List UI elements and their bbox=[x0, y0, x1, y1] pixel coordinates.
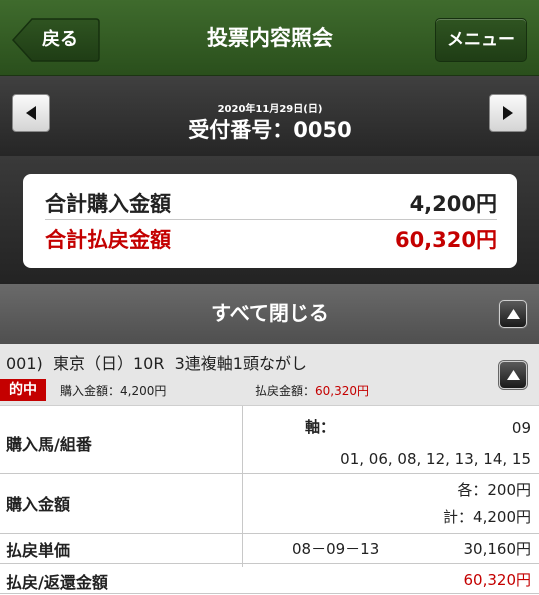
horse-combo-label: 購入馬/組番 bbox=[6, 435, 92, 454]
bet-detail-table: 購入馬/組番 軸： 09 01, 06, 08, 12, 13, 14, 15 … bbox=[0, 406, 539, 595]
hit-badge: 的中 bbox=[0, 379, 46, 401]
row-divider bbox=[0, 593, 539, 594]
totals-area: 合計購入金額 4,200円 合計払戻金額 60,320円 bbox=[0, 156, 539, 284]
prev-receipt-button[interactable] bbox=[12, 94, 50, 132]
triangle-up-icon bbox=[507, 309, 520, 319]
row-divider bbox=[0, 563, 539, 564]
total-amount: 計：4,200円 bbox=[443, 508, 531, 526]
bet-header[interactable]: 001) 東京（日）10R 3連複軸1頭ながし 的中 購入金額：4,200円 払… bbox=[0, 344, 539, 406]
total-payout-row: 合計払戻金額 60,320円 bbox=[45, 224, 497, 256]
collapse-all-button[interactable] bbox=[499, 300, 527, 328]
payout-unit-value: 30,160円 bbox=[463, 540, 532, 558]
receipt-date: 2020年11月29日(日) bbox=[217, 104, 323, 115]
menu-button[interactable]: メニュー bbox=[435, 18, 527, 62]
triangle-left-icon bbox=[26, 106, 36, 120]
refund-value: 60,320円 bbox=[463, 571, 532, 589]
receipt-number: 受付番号：0050 bbox=[188, 118, 352, 142]
bet-payout-value: 60,320円 bbox=[315, 384, 370, 398]
column-divider bbox=[242, 406, 243, 567]
total-payout-value: 60,320円 bbox=[394, 228, 497, 252]
axis-value: 09 bbox=[511, 419, 531, 437]
winning-combination: 08－09－13 bbox=[292, 540, 380, 558]
receipt-bar: 2020年11月29日(日) 受付番号：0050 bbox=[0, 76, 539, 156]
app-header: 戻る 投票内容照会 メニュー bbox=[0, 0, 539, 76]
back-button-label: 戻る bbox=[42, 29, 78, 50]
total-payout-label: 合計払戻金額 bbox=[45, 228, 171, 252]
close-all-bar[interactable]: すべて閉じる bbox=[0, 284, 539, 344]
bet-title: 001) 東京（日）10R 3連複軸1頭ながし bbox=[6, 354, 307, 373]
total-purchase-value: 4,200円 bbox=[409, 192, 497, 216]
back-button[interactable]: 戻る bbox=[12, 18, 100, 62]
triangle-right-icon bbox=[503, 106, 513, 120]
row-divider bbox=[0, 533, 539, 534]
refund-label: 払戻/返還金額 bbox=[6, 573, 108, 592]
purchase-amount-label: 購入金額 bbox=[6, 495, 71, 514]
bet-purchase-amount: 購入金額：4,200円 bbox=[60, 384, 167, 398]
each-amount: 各：200円 bbox=[457, 481, 531, 499]
row-divider bbox=[0, 473, 539, 474]
totals-card: 合計購入金額 4,200円 合計払戻金額 60,320円 bbox=[23, 174, 517, 268]
bet-payout: 払戻金額：60,320円 bbox=[255, 382, 369, 399]
collapse-bet-button[interactable] bbox=[499, 361, 527, 389]
partner-horses: 01, 06, 08, 12, 13, 14, 15 bbox=[340, 450, 531, 468]
triangle-up-icon bbox=[507, 370, 520, 380]
total-purchase-label: 合計購入金額 bbox=[45, 192, 171, 216]
payout-unit-label: 払戻単価 bbox=[6, 541, 71, 560]
axis-label: 軸： bbox=[305, 418, 336, 436]
close-all-label: すべて閉じる bbox=[211, 301, 329, 325]
next-receipt-button[interactable] bbox=[489, 94, 527, 132]
bet-payout-label: 払戻金額： bbox=[255, 384, 316, 398]
page-title: 投票内容照会 bbox=[207, 26, 333, 50]
total-purchase-row: 合計購入金額 4,200円 bbox=[45, 188, 497, 220]
